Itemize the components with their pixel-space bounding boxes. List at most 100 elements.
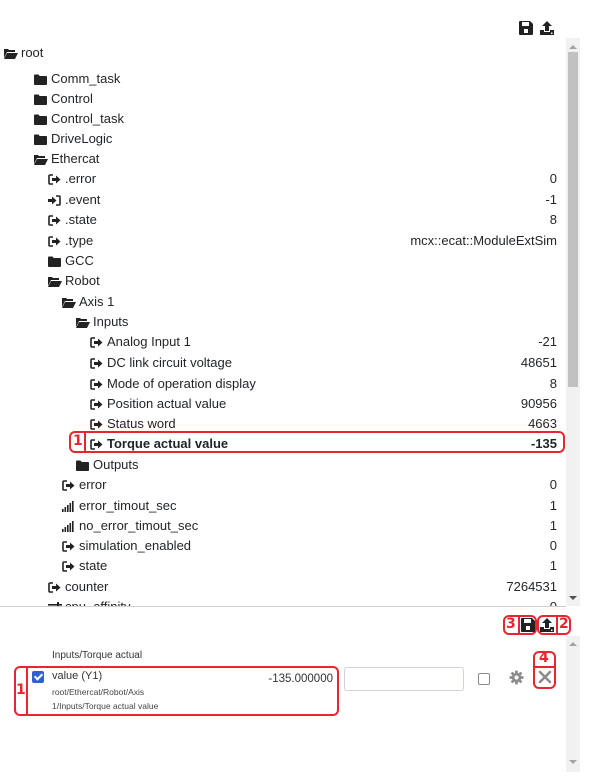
tree-node[interactable]: cpu_affinity 0: [0, 596, 566, 606]
tree-node[interactable]: Outputs: [0, 454, 566, 474]
annotation-label-tree-row: 1: [73, 433, 83, 449]
signal-bars-icon: [62, 520, 75, 532]
watch-item-name: value (Y1): [52, 670, 103, 682]
tree-node-name: counter: [65, 578, 109, 594]
watch-item-option-checkbox[interactable]: [478, 673, 490, 685]
tree-node-name: error: [79, 476, 107, 492]
tree-scrollbar[interactable]: [566, 38, 580, 606]
tree-node[interactable]: Control_task: [0, 108, 566, 128]
scroll-down-arrow[interactable]: [569, 760, 577, 764]
tree-node[interactable]: root: [0, 42, 566, 62]
tree-node[interactable]: DriveLogic: [0, 128, 566, 148]
tree-node[interactable]: .error 0: [0, 168, 566, 188]
tree-node[interactable]: Ethercat: [0, 148, 566, 168]
tree-node[interactable]: error 0: [0, 474, 566, 494]
tree-node-label: Outputs: [76, 457, 139, 472]
tree-node-name: Mode of operation display: [107, 375, 256, 391]
tree-node-label: .state: [48, 212, 97, 227]
watch-scrollbar[interactable]: [566, 636, 580, 772]
watch-item-checkbox[interactable]: [32, 671, 44, 683]
tree-node-name: error_timout_sec: [79, 497, 177, 513]
tree-node-value: 1: [549, 557, 557, 573]
output-signal-icon: [90, 418, 103, 430]
watch-upload-icon[interactable]: [539, 617, 555, 633]
tree-node-name: GCC: [65, 252, 94, 268]
tree-node-label: counter: [48, 579, 108, 594]
tree-node-label: GCC: [48, 253, 94, 268]
tree-node-label: Analog Input 1: [90, 334, 191, 349]
tree-node[interactable]: Status word 4663: [0, 413, 566, 433]
output-signal-icon: [48, 581, 61, 593]
folder-open-icon: [48, 275, 62, 287]
gear-icon[interactable]: [509, 670, 524, 685]
tree-node[interactable]: Analog Input 1 -21: [0, 331, 566, 351]
folder-icon: [48, 255, 61, 267]
annotation-label-remove: 4: [539, 650, 549, 666]
scroll-thumb[interactable]: [568, 52, 578, 387]
tree-node-label: .type: [48, 233, 93, 248]
tree-node[interactable]: error_timout_sec 1: [0, 495, 566, 515]
watch-group-title: Inputs/Torque actual: [52, 650, 143, 661]
annotation-divider: [556, 615, 558, 635]
annotation-divider: [84, 431, 86, 453]
tree-node-value: 48651: [520, 354, 557, 370]
tree-node-name: Robot: [65, 272, 100, 288]
tree-node[interactable]: GCC: [0, 250, 566, 270]
output-signal-icon: [90, 336, 103, 348]
watch-save-icon[interactable]: [520, 617, 536, 633]
tree-node[interactable]: .state 8: [0, 209, 566, 229]
remove-watch-icon[interactable]: [537, 668, 553, 686]
folder-open-icon: [62, 296, 76, 308]
tree-node[interactable]: Mode of operation display 8: [0, 373, 566, 393]
folder-icon: [34, 93, 47, 105]
tree-node[interactable]: simulation_enabled 0: [0, 535, 566, 555]
scroll-up-arrow[interactable]: [569, 642, 577, 646]
output-signal-icon: [48, 173, 61, 185]
tree-node-label: DriveLogic: [34, 131, 112, 146]
tree-node[interactable]: state 1: [0, 555, 566, 575]
tree-node[interactable]: Control: [0, 88, 566, 108]
scroll-down-arrow[interactable]: [569, 596, 577, 600]
tree-node-value: 7264531: [506, 578, 557, 594]
tree-node-name: Status word: [107, 415, 176, 431]
output-signal-icon: [48, 214, 61, 226]
tree-node[interactable]: .event -1: [0, 189, 566, 209]
save-icon[interactable]: [518, 20, 534, 36]
tree-node-label: Mode of operation display: [90, 376, 256, 391]
tree-node-name: state: [79, 557, 108, 573]
upload-icon[interactable]: [539, 20, 555, 36]
scroll-up-arrow[interactable]: [569, 45, 577, 49]
panel-divider[interactable]: [0, 606, 566, 607]
tree-node-value: mcx::ecat::ModuleExtSim: [410, 232, 557, 248]
tree-node[interactable]: Axis 1: [0, 291, 566, 311]
tree-node-label: Position actual value: [90, 396, 226, 411]
tree-node-value: 0: [549, 598, 557, 607]
tree-node-value: -1: [545, 191, 557, 207]
output-signal-icon: [48, 235, 61, 247]
output-signal-icon: [62, 540, 75, 552]
tree-node-label: DC link circuit voltage: [90, 355, 232, 370]
tree-node-value: 1: [549, 497, 557, 513]
folder-open-icon: [76, 316, 90, 328]
folder-icon: [34, 73, 47, 85]
tree-node-label: Ethercat: [34, 151, 99, 166]
tree-node-value: 0: [549, 476, 557, 492]
tree-node[interactable]: counter 7264531: [0, 576, 566, 596]
tree-node[interactable]: .type mcx::ecat::ModuleExtSim: [0, 230, 566, 250]
tree-node[interactable]: Inputs: [0, 311, 566, 331]
tree-node[interactable]: Robot: [0, 270, 566, 290]
tree-node-name: Control_task: [51, 110, 124, 126]
tree-node-label: no_error_timout_sec: [62, 518, 198, 533]
signal-bars-icon: [62, 500, 75, 512]
watch-item-set-value-input[interactable]: [344, 667, 464, 691]
folder-open-icon: [4, 47, 18, 59]
output-signal-icon: [90, 378, 103, 390]
watch-item-path: root/Ethercat/Robot/Axis: [52, 687, 145, 697]
tree-node-value: 1: [549, 517, 557, 533]
tree-node[interactable]: no_error_timout_sec 1: [0, 515, 566, 535]
tree-node[interactable]: Comm_task: [0, 68, 566, 88]
tree-node[interactable]: DC link circuit voltage 48651: [0, 352, 566, 372]
tree-node-name: .event: [65, 191, 101, 207]
tree-node-name: no_error_timout_sec: [79, 517, 199, 533]
tree-node[interactable]: Position actual value 90956: [0, 393, 566, 413]
